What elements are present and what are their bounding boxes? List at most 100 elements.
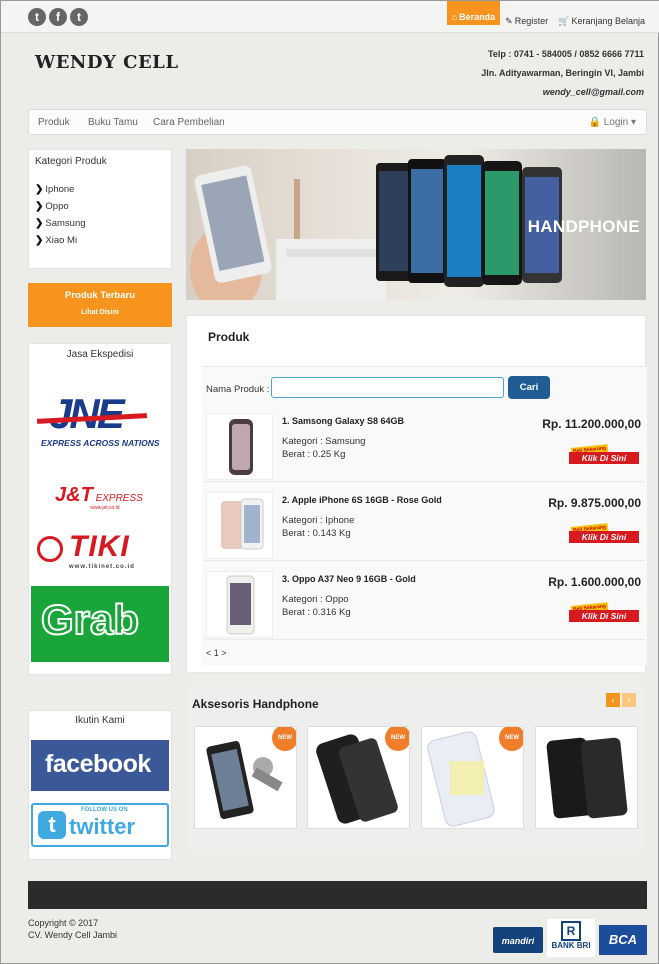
tumblr-icon[interactable]: t	[70, 8, 88, 26]
lock-icon: 🔒	[588, 117, 601, 128]
product-weight: Berat : 0.25 Kg	[282, 449, 346, 460]
brand-logo[interactable]: WENDY CELL	[35, 52, 178, 73]
tiki-url: www.tikinet.co.id	[69, 564, 135, 570]
page: t f t ⌂ Beranda ✎ Register 🛒 Keranjang B…	[0, 0, 659, 964]
new-badge: NEW	[385, 727, 409, 751]
kategori-item-xiaomi[interactable]: ❯ Xiao Mi	[35, 235, 77, 246]
search-input[interactable]	[271, 377, 504, 398]
produk-terbaru-box[interactable]: Produk Terbaru Lihat Disini	[28, 283, 172, 327]
product-category: Kategori : Oppo	[282, 594, 349, 605]
company-name: CV. Wendy Cell Jambi	[28, 930, 118, 940]
new-badge: NEW	[499, 727, 523, 751]
menu-item-cara-pembelian[interactable]: Cara Pembelian	[153, 117, 225, 128]
bca-label: BCA	[608, 932, 638, 947]
carousel-next-button[interactable]: ›	[622, 693, 636, 707]
product-row[interactable]: 3. Oppo A37 Neo 9 16GB - Gold Kategori :…	[204, 568, 645, 640]
mandiri-logo: mandiri	[493, 927, 543, 953]
nav-keranjang-label: Keranjang Belanja	[571, 16, 645, 26]
top-nav: ⌂ Beranda ✎ Register 🛒 Keranjang Belanja	[446, 1, 650, 33]
aksesoris-card[interactable]	[535, 726, 638, 829]
klik-disini-label: Klik Di Sini	[569, 531, 639, 543]
cart-icon: 🛒	[558, 15, 570, 26]
social-links: t f t	[28, 8, 88, 26]
aksesoris-card[interactable]: NEW	[307, 726, 410, 829]
kategori-item-samsung[interactable]: ❯ Samsung	[35, 218, 86, 229]
carousel-prev-button[interactable]: ‹	[606, 693, 620, 707]
cari-button[interactable]: Cari	[508, 376, 550, 399]
carousel-controls: ‹ ›	[606, 693, 636, 707]
facebook-banner[interactable]: facebook	[31, 740, 169, 791]
nav-keranjang[interactable]: 🛒 Keranjang Belanja	[553, 9, 650, 33]
product-name[interactable]: 2. Apple iPhone 6S 16GB - Rose Gold	[282, 495, 442, 505]
follow-panel: Ikutin Kami facebook t FOLLOW US ON twit…	[28, 710, 172, 860]
menu-item-buku-tamu[interactable]: Buku Tamu	[88, 117, 138, 128]
product-name[interactable]: 3. Oppo A37 Neo 9 16GB - Gold	[282, 574, 416, 584]
product-category: Kategori : Samsung	[282, 436, 366, 447]
footer-text: Copyright © 2017 CV. Wendy Cell Jambi	[28, 917, 117, 941]
footer-bar	[28, 881, 647, 909]
jnt-mark: J&T	[55, 484, 93, 506]
product-row[interactable]: 2. Apple iPhone 6S 16GB - Rose Gold Kate…	[204, 489, 645, 561]
product-row[interactable]: 1. Samsong Galaxy S8 64GB Kategori : Sam…	[204, 410, 645, 482]
product-image[interactable]	[206, 571, 273, 638]
aksesoris-card[interactable]: NEW	[194, 726, 297, 829]
top-bar: t f t ⌂ Beranda ✎ Register 🛒 Keranjang B…	[1, 1, 659, 33]
produk-terbaru-title: Produk Terbaru	[64, 290, 136, 301]
nav-register-label: Register	[514, 16, 549, 26]
login-dropdown[interactable]: 🔒 Login ▾	[588, 117, 636, 128]
jnt-logo: J&T EXPRESS www.jet.co.id	[55, 484, 155, 518]
chevron-right-icon: ❯	[35, 235, 44, 246]
product-price: Rp. 9.875.000,00	[548, 496, 641, 510]
nav-register[interactable]: ✎ Register	[500, 9, 553, 33]
menu-item-produk[interactable]: Produk	[38, 117, 70, 128]
klik-disini-label: Klik Di Sini	[569, 610, 639, 622]
search-label: Nama Produk :	[206, 384, 270, 395]
jne-logo: JNE EXPRESS ACROSS NATIONS	[35, 392, 167, 454]
aksesoris-card[interactable]: NEW	[421, 726, 524, 829]
mandiri-label: mandiri	[501, 936, 535, 946]
twitter-icon[interactable]: t	[28, 8, 46, 26]
contact-phone: Telp : 0741 - 584005 / 0852 6666 7711	[488, 49, 644, 59]
klik-disini-button[interactable]: Beli Sekarang Klik Di Sini	[569, 602, 639, 622]
login-label: Login	[603, 117, 629, 128]
nav-beranda[interactable]: ⌂ Beranda	[446, 1, 501, 25]
pagination[interactable]: < 1 >	[206, 648, 227, 658]
grab-mark: Grab	[40, 595, 140, 644]
jne-tagline: EXPRESS ACROSS NATIONS	[41, 438, 160, 448]
klik-disini-button[interactable]: Beli Sekarang Klik Di Sini	[569, 523, 639, 543]
grab-logo: Grab	[31, 586, 169, 662]
contact-email: wendy_cell@gmail.com	[542, 87, 644, 97]
kategori-panel: Kategori Produk ❯ Iphone ❯ Oppo ❯ Samsung ❯…	[28, 149, 172, 269]
ekspedisi-title: Jasa Ekspedisi	[66, 349, 134, 360]
ekspedisi-panel: Jasa Ekspedisi JNE EXPRESS ACROSS NATION…	[28, 343, 172, 675]
tiki-logo: TIKI www.tikinet.co.id	[35, 530, 169, 574]
product-price: Rp. 1.600.000,00	[548, 575, 641, 589]
produk-list: Nama Produk : Cari 1. Samsong Galaxy S8 …	[202, 366, 647, 666]
twitter-banner[interactable]: t FOLLOW US ON twitter	[31, 803, 169, 847]
facebook-icon[interactable]: f	[49, 8, 67, 26]
produk-section: Produk Nama Produk : Cari 1. Samsong Gal…	[186, 315, 647, 673]
twitter-bird-icon: t	[38, 811, 66, 839]
kategori-label: Xiao Mi	[45, 235, 78, 246]
aksesoris-image	[546, 737, 628, 819]
kategori-item-iphone[interactable]: ❯ Iphone	[35, 184, 74, 195]
klik-disini-button[interactable]: Beli Sekarang Klik Di Sini	[569, 444, 639, 464]
product-name[interactable]: 1. Samsong Galaxy S8 64GB	[282, 416, 404, 426]
main-menu: Produk Buku Tamu Cara Pembelian 🔒 Login …	[28, 109, 647, 135]
new-badge: NEW	[272, 727, 296, 751]
kategori-label: Oppo	[45, 201, 69, 212]
kategori-label: Samsung	[45, 218, 86, 229]
product-category: Kategori : Iphone	[282, 515, 355, 526]
twitter-label: twitter	[69, 814, 135, 839]
produk-terbaru-link[interactable]: Lihat Disini	[28, 309, 172, 316]
kategori-label: Iphone	[45, 184, 75, 195]
follow-title: Ikutin Kami	[75, 715, 125, 726]
kategori-item-oppo[interactable]: ❯ Oppo	[35, 201, 69, 212]
hero-banner[interactable]: HANDPHONE	[186, 149, 646, 300]
product-image[interactable]	[206, 413, 273, 480]
produk-title: Produk	[208, 330, 250, 344]
banner-text: HANDPHONE	[527, 217, 640, 236]
product-image[interactable]	[206, 492, 273, 559]
chevron-right-icon: ❯	[35, 184, 44, 195]
product-price: Rp. 11.200.000,00	[542, 417, 641, 431]
